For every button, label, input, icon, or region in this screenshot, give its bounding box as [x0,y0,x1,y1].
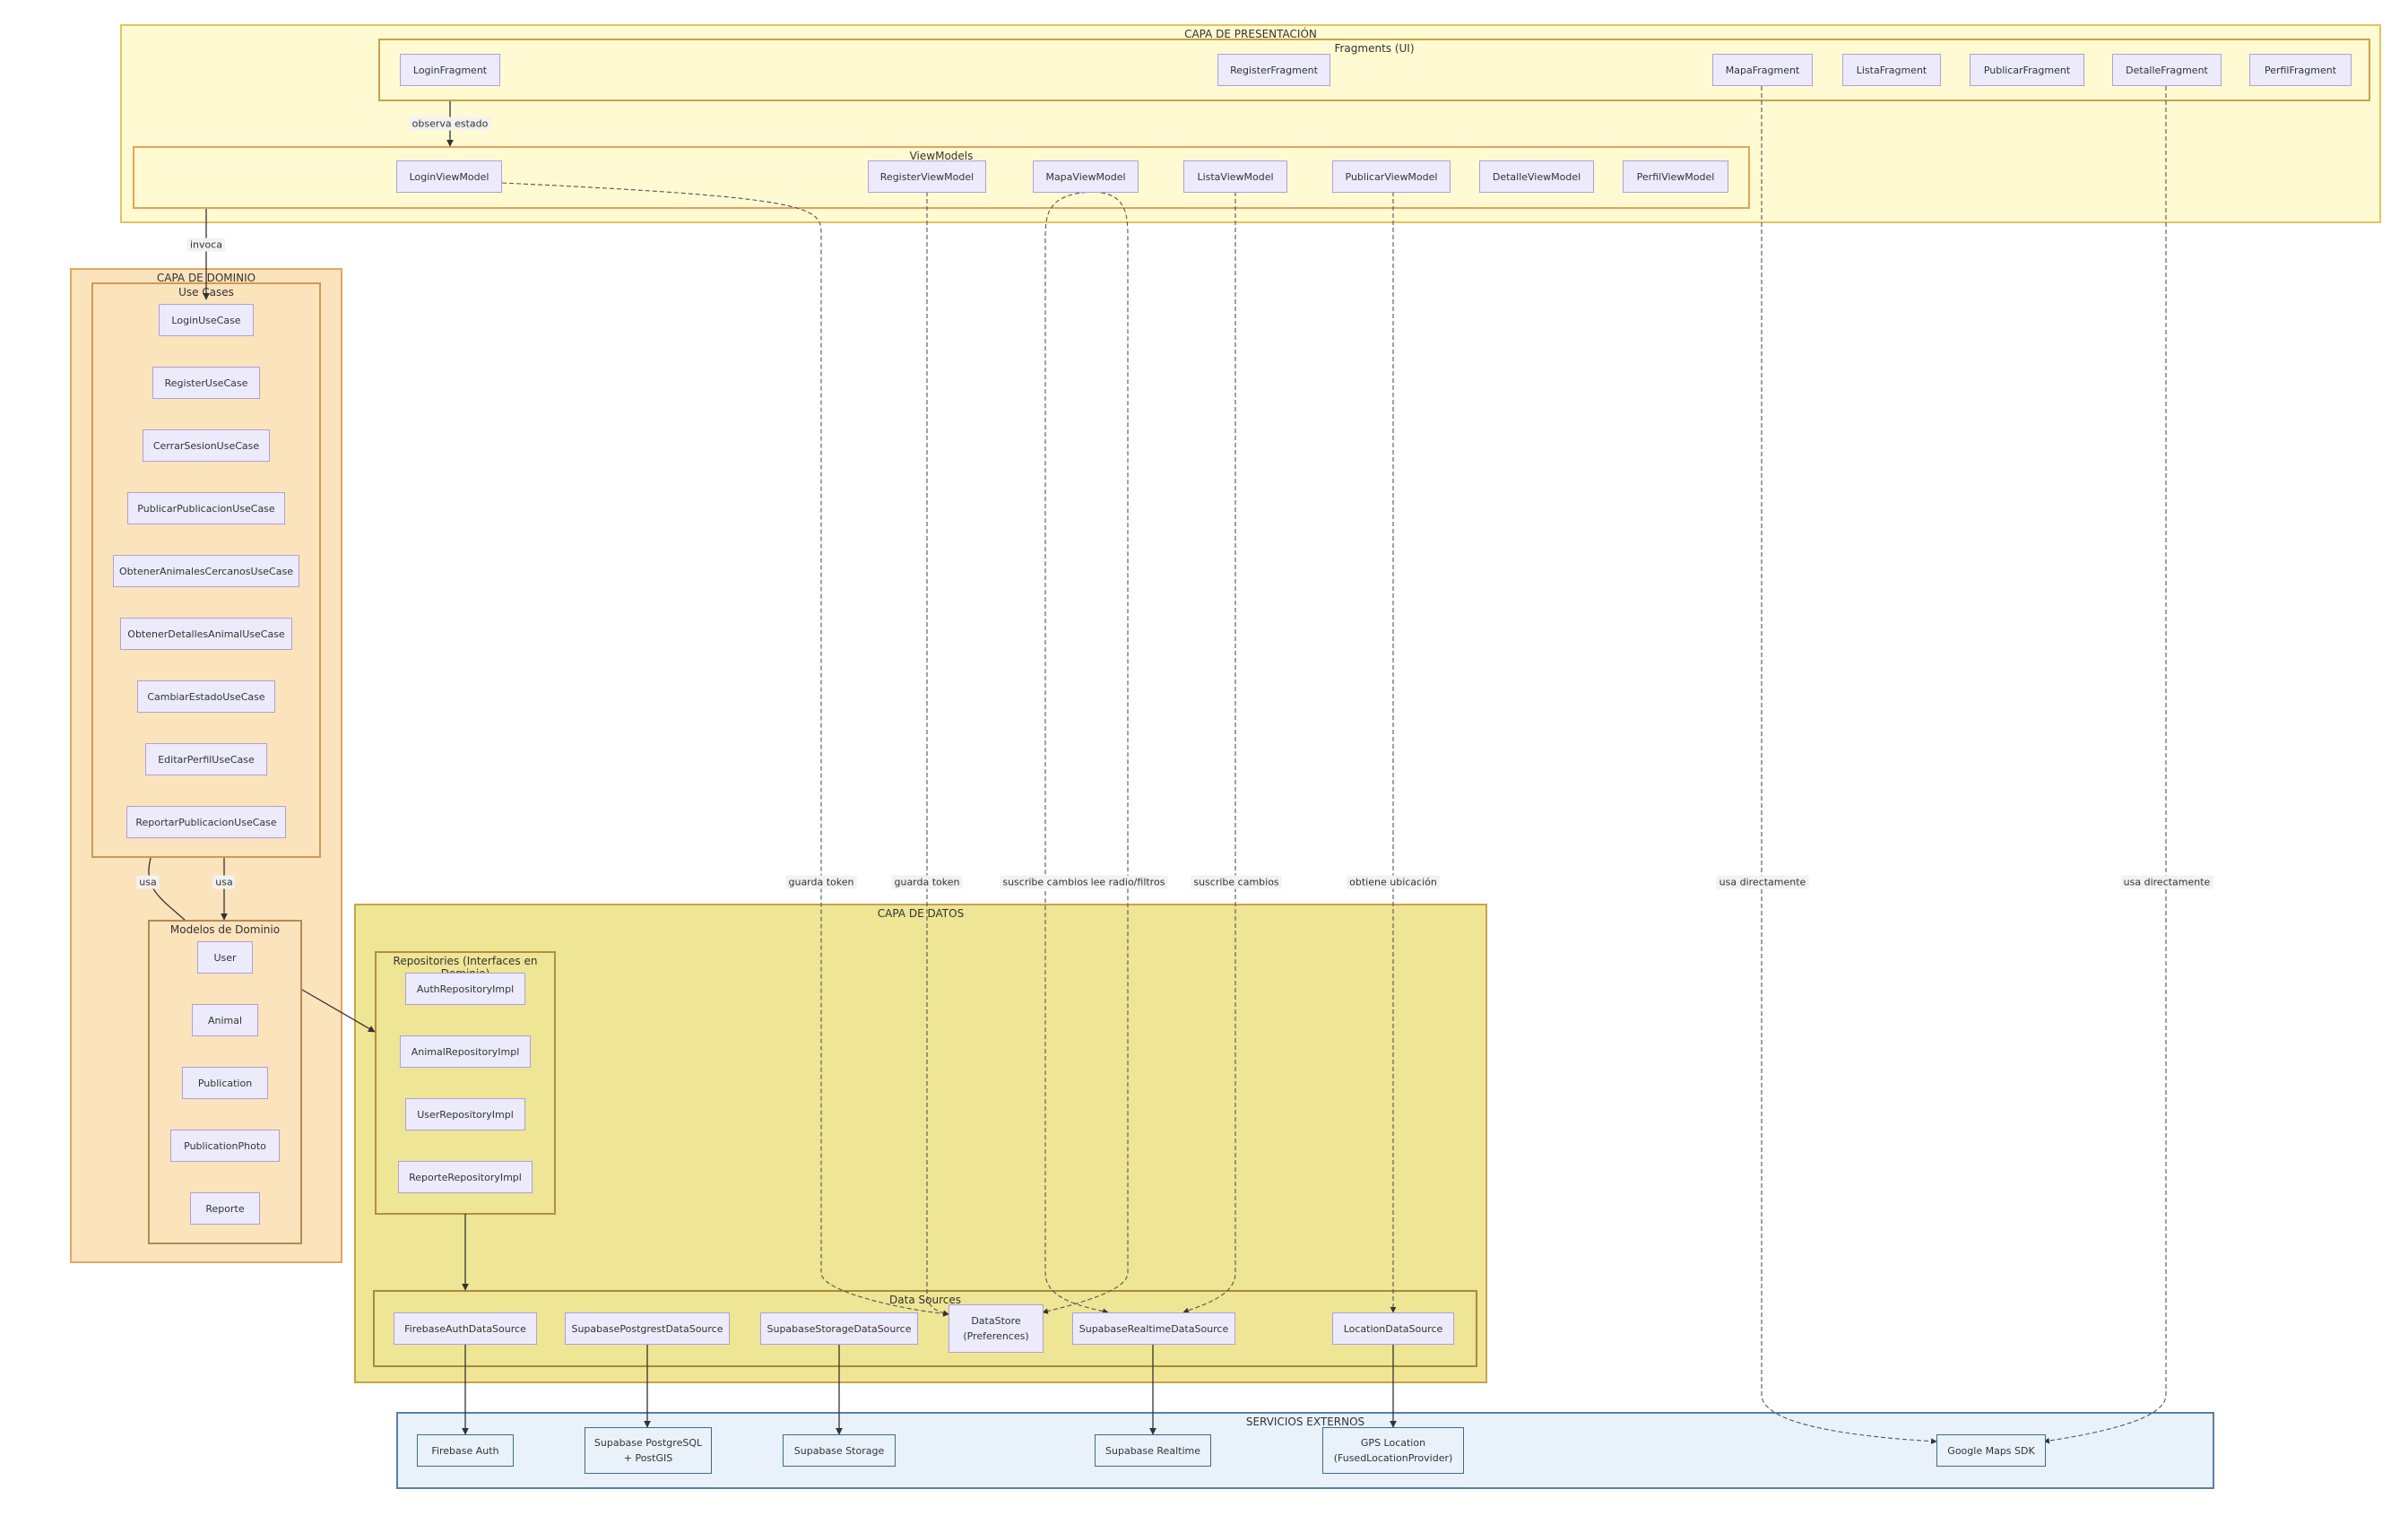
datasource-supabase-realtime[interactable]: SupabaseRealtimeDataSource [1072,1312,1235,1345]
viewmodel-lista[interactable]: ListaViewModel [1183,160,1287,193]
usecase-obtener-detalles-animal[interactable]: ObtenerDetallesAnimalUseCase [120,618,292,650]
usecase-cerrar-sesion[interactable]: CerrarSesionUseCase [143,429,270,462]
datasource-location[interactable]: LocationDataSource [1332,1312,1454,1345]
edge-label-suscribe-cambios-1: suscribe cambios [1000,875,1091,889]
edge-label-usa-2: usa [212,875,236,889]
viewmodel-publicar[interactable]: PublicarViewModel [1332,160,1451,193]
fragment-mapa[interactable]: MapaFragment [1712,54,1813,86]
edge-label-observa-estado: observa estado [409,117,491,131]
datasource-datastore[interactable]: DataStore (Preferences) [948,1304,1044,1353]
modelo-publication-photo[interactable]: PublicationPhoto [170,1130,280,1162]
viewmodel-mapa[interactable]: MapaViewModel [1033,160,1139,193]
fragment-register[interactable]: RegisterFragment [1217,54,1330,86]
fragment-publicar[interactable]: PublicarFragment [1970,54,2084,86]
modelo-animal[interactable]: Animal [192,1004,258,1036]
external-supabase-realtime[interactable]: Supabase Realtime [1095,1434,1211,1467]
usecase-login[interactable]: LoginUseCase [159,304,254,336]
edge-label-obtiene-ubicacion: obtiene ubicación [1347,875,1440,889]
edge-label-suscribe-cambios-2: suscribe cambios [1191,875,1282,889]
edge-label-guarda-token-2: guarda token [891,875,963,889]
edge-usa-directamente-1 [1761,86,1937,1444]
external-supabase-postgresql[interactable]: Supabase PostgreSQL + PostGIS [585,1427,712,1474]
modelo-publication[interactable]: Publication [182,1067,268,1099]
fragment-login[interactable]: LoginFragment [400,54,500,86]
datasource-supabase-postgrest[interactable]: SupabasePostgrestDataSource [565,1312,730,1345]
datasource-firebase-auth[interactable]: FirebaseAuthDataSource [394,1312,537,1345]
repo-auth[interactable]: AuthRepositoryImpl [405,973,525,1005]
modelo-reporte[interactable]: Reporte [190,1192,260,1225]
datasource-supabase-storage[interactable]: SupabaseStorageDataSource [760,1312,918,1345]
edge-modelos-repos [301,989,376,1033]
repo-animal[interactable]: AnimalRepositoryImpl [400,1035,531,1068]
viewmodel-perfil[interactable]: PerfilViewModel [1623,160,1728,193]
usecase-editar-perfil[interactable]: EditarPerfilUseCase [145,743,267,775]
usecase-register[interactable]: RegisterUseCase [152,367,260,399]
edge-label-invoca: invoca [186,238,226,252]
edge-guarda-token-1 [501,182,949,1317]
edge-usa-directamente-2 [2043,86,2167,1444]
external-gps-location[interactable]: GPS Location (FusedLocationProvider) [1322,1427,1464,1474]
fragment-perfil[interactable]: PerfilFragment [2249,54,2352,86]
edge-label-usa-1: usa [136,875,160,889]
edge-guarda-token-2 [926,192,949,1316]
usecase-reportar-publicacion[interactable]: ReportarPublicacionUseCase [126,806,286,838]
external-supabase-storage[interactable]: Supabase Storage [783,1434,896,1467]
edge-label-usa-directamente-2: usa directamente [2120,875,2213,889]
edge-suscribe-cambios-1 [1044,191,1109,1314]
viewmodel-detalle[interactable]: DetalleViewModel [1479,160,1594,193]
fragment-lista[interactable]: ListaFragment [1842,54,1941,86]
edge-lee-radio [1042,191,1129,1314]
edge-usa-1 [148,857,186,921]
viewmodel-login[interactable]: LoginViewModel [396,160,502,193]
repo-reporte[interactable]: ReporteRepositoryImpl [398,1161,533,1193]
edge-label-usa-directamente-1: usa directamente [1716,875,1809,889]
modelo-user[interactable]: User [197,941,253,974]
diagram-edges [148,86,2167,1444]
edge-suscribe-cambios-2 [1182,192,1236,1313]
repo-user[interactable]: UserRepositoryImpl [405,1098,525,1130]
external-google-maps-sdk[interactable]: Google Maps SDK [1936,1434,2046,1467]
fragment-detalle[interactable]: DetalleFragment [2112,54,2222,86]
usecase-cambiar-estado[interactable]: CambiarEstadoUseCase [137,680,275,713]
usecase-obtener-animales-cercanos[interactable]: ObtenerAnimalesCercanosUseCase [113,555,299,587]
viewmodel-register[interactable]: RegisterViewModel [868,160,986,193]
edge-label-lee-radio-filtros: lee radio/filtros [1087,875,1168,889]
edge-label-guarda-token-1: guarda token [785,875,857,889]
external-firebase-auth[interactable]: Firebase Auth [417,1434,514,1467]
usecase-publicar-publicacion[interactable]: PublicarPublicacionUseCase [127,492,285,524]
